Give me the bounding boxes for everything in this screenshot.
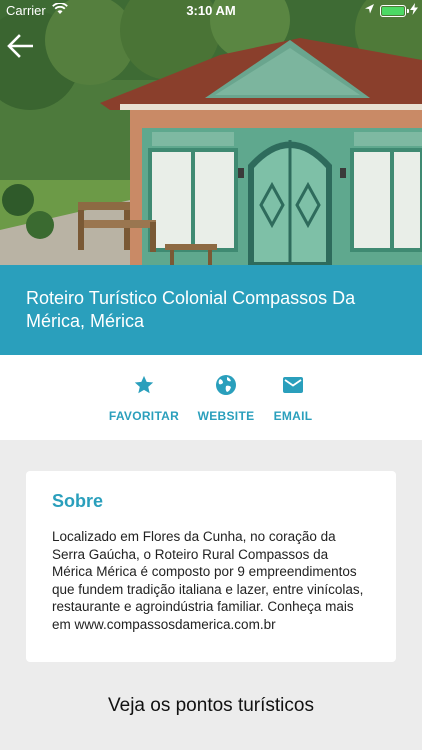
about-card: Sobre Localizado em Flores da Cunha, no … [26, 471, 396, 662]
battery-tip [407, 9, 409, 13]
status-time: 3:10 AM [186, 3, 236, 18]
location-arrow-icon [364, 3, 375, 18]
star-icon [134, 375, 154, 394]
mail-icon [283, 377, 303, 393]
favorite-label: FAVORITAR [108, 409, 180, 423]
points-section-title: Veja os pontos turísticos [108, 695, 314, 716]
about-title: Sobre [52, 491, 104, 511]
battery-icon [380, 5, 406, 17]
action-row: FAVORITAR WEBSITE EMAIL [0, 355, 422, 440]
about-body: Localizado em Flores da Cunha, no coraçã… [52, 529, 364, 632]
email-button[interactable]: EMAIL [270, 373, 316, 423]
website-button[interactable]: WEBSITE [196, 373, 256, 423]
status-bar: Carrier 3:10 AM [0, 0, 422, 22]
charging-bolt-icon [410, 3, 418, 18]
hero-photo [0, 0, 422, 265]
arrow-left-icon [7, 34, 33, 58]
email-label: EMAIL [273, 409, 313, 423]
website-label: WEBSITE [197, 409, 255, 423]
house-photo-illustration [0, 0, 422, 265]
page-title: Roteiro Turístico Colonial Compassos Da … [26, 288, 356, 331]
title-band: Roteiro Turístico Colonial Compassos Da … [0, 265, 422, 355]
favorite-button[interactable]: FAVORITAR [108, 373, 180, 423]
globe-icon [216, 375, 236, 395]
back-button[interactable] [4, 32, 36, 60]
